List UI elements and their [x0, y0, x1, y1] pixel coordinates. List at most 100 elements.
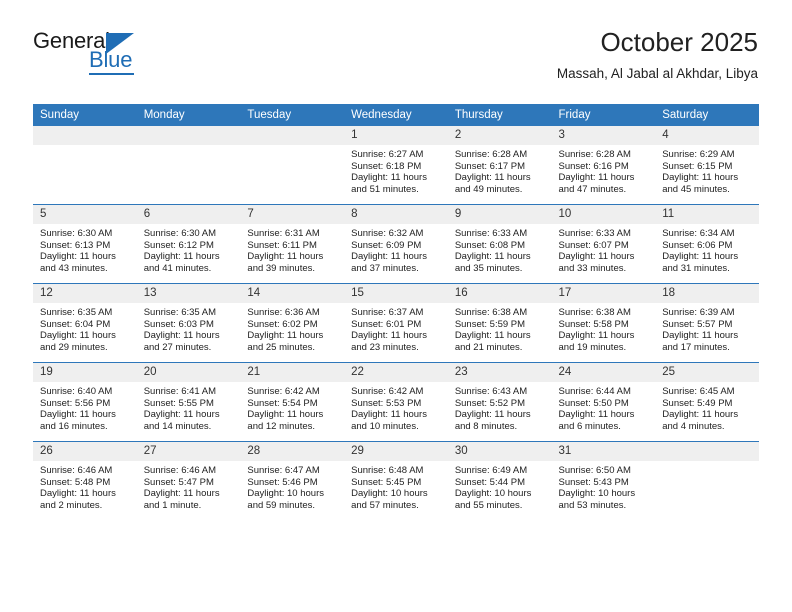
calendar-day-cell[interactable]: 7 Sunrise: 6:31 AM Sunset: 6:11 PM Daylight… — [240, 204, 345, 284]
day-details: Sunrise: 6:47 AM Sunset: 5:46 PM Daylight:… — [240, 461, 344, 511]
day-number: 22 — [344, 363, 448, 382]
calendar-day-cell[interactable]: 8 Sunrise: 6:32 AM Sunset: 6:09 PM Daylight… — [344, 204, 448, 284]
day-number: 21 — [240, 363, 345, 382]
location-subtitle: Massah, Al Jabal al Akhdar, Libya — [556, 66, 758, 81]
calendar-day-cell[interactable]: 27 Sunrise: 6:46 AM Sunset: 5:47 PM Dayligh… — [136, 441, 241, 520]
calendar-day-cell[interactable]: 9 Sunrise: 6:33 AM Sunset: 6:08 PM Daylight… — [447, 204, 552, 284]
calendar-day-cell[interactable]: 15 Sunrise: 6:37 AM Sunset: 6:01 PM Dayligh… — [344, 283, 448, 363]
day-details: Sunrise: 6:34 AM Sunset: 6:06 PM Daylight:… — [655, 224, 759, 274]
day-number: 17 — [551, 284, 656, 303]
calendar-page: General Blue October 2025 Massah, Al Jab… — [0, 0, 792, 612]
day-number: 5 — [33, 205, 137, 224]
calendar-day-cell[interactable]: 24 Sunrise: 6:44 AM Sunset: 5:50 PM Dayligh… — [551, 362, 656, 442]
calendar-day-cell[interactable]: 2 Sunrise: 6:28 AM Sunset: 6:17 PM Daylight… — [447, 126, 552, 205]
sunrise-text: Sunrise: 6:42 AM — [351, 386, 424, 397]
calendar-day-cell[interactable]: 3 Sunrise: 6:28 AM Sunset: 6:16 PM Daylight… — [551, 126, 656, 205]
daylight-text-line1: Daylight: 10 hours — [558, 488, 636, 500]
weekday-header-sunday: Sunday — [33, 104, 137, 126]
daylight-text-line2: and 35 minutes. — [454, 262, 523, 274]
daylight-text-line1: Daylight: 11 hours — [40, 251, 116, 263]
calendar-day-cell[interactable]: 19 Sunrise: 6:40 AM Sunset: 5:56 PM Dayligh… — [33, 362, 137, 442]
day-number — [240, 126, 345, 145]
sunrise-text: Sunrise: 6:44 AM — [558, 386, 631, 397]
calendar-day-cell[interactable]: 31 Sunrise: 6:50 AM Sunset: 5:43 PM Dayligh… — [551, 441, 656, 520]
calendar-day-cell[interactable]: 20 Sunrise: 6:41 AM Sunset: 5:55 PM Dayligh… — [136, 362, 241, 442]
calendar-day-cell[interactable]: 4 Sunrise: 6:29 AM Sunset: 6:15 PM Daylight… — [655, 126, 759, 205]
calendar-day-cell[interactable]: 13 Sunrise: 6:35 AM Sunset: 6:03 PM Dayligh… — [136, 283, 241, 363]
day-details: Sunrise: 6:43 AM Sunset: 5:52 PM Daylight:… — [448, 382, 552, 432]
calendar-day-cell[interactable]: 6 Sunrise: 6:30 AM Sunset: 6:12 PM Daylight… — [136, 204, 241, 284]
day-number: 3 — [551, 126, 656, 145]
daylight-text-line2: and 16 minutes. — [40, 420, 108, 432]
daylight-text-line2: and 1 minute. — [143, 499, 202, 511]
day-details: Sunrise: 6:48 AM Sunset: 5:45 PM Daylight:… — [344, 461, 448, 511]
sunrise-text: Sunrise: 6:46 AM — [40, 465, 113, 476]
daylight-text-line1: Daylight: 11 hours — [247, 251, 324, 263]
calendar-day-cell[interactable]: 22 Sunrise: 6:42 AM Sunset: 5:53 PM Dayligh… — [344, 362, 448, 442]
calendar-day-cell[interactable]: 28 Sunrise: 6:47 AM Sunset: 5:46 PM Dayligh… — [240, 441, 345, 520]
calendar-day-cell[interactable]: 21 Sunrise: 6:42 AM Sunset: 5:54 PM Dayligh… — [240, 362, 345, 442]
daylight-text-line2: and 39 minutes. — [247, 262, 316, 274]
sunrise-text: Sunrise: 6:28 AM — [558, 149, 631, 160]
sunset-text: Sunset: 6:07 PM — [558, 239, 629, 251]
day-number: 26 — [33, 442, 137, 461]
daylight-text-line1: Daylight: 11 hours — [40, 488, 116, 500]
calendar-day-cell[interactable]: 16 Sunrise: 6:38 AM Sunset: 5:59 PM Dayligh… — [447, 283, 552, 363]
day-details: Sunrise: 6:28 AM Sunset: 6:17 PM Daylight:… — [448, 145, 552, 195]
daylight-text-line2: and 57 minutes. — [351, 499, 419, 511]
day-details: Sunrise: 6:32 AM Sunset: 6:09 PM Daylight:… — [344, 224, 448, 274]
day-details: Sunrise: 6:29 AM Sunset: 6:15 PM Daylight:… — [655, 145, 759, 195]
day-number: 2 — [447, 126, 552, 145]
calendar-day-cell[interactable]: 12 Sunrise: 6:35 AM Sunset: 6:04 PM Dayligh… — [33, 283, 137, 363]
day-number: 11 — [655, 205, 759, 224]
daylight-text-line1: Daylight: 11 hours — [558, 251, 635, 263]
calendar-day-cell[interactable]: 30 Sunrise: 6:49 AM Sunset: 5:44 PM Dayligh… — [447, 441, 552, 520]
weekday-header-saturday: Saturday — [655, 104, 759, 126]
sunset-text: Sunset: 5:56 PM — [40, 397, 111, 409]
sunrise-text: Sunrise: 6:31 AM — [247, 228, 320, 239]
day-details: Sunrise: 6:27 AM Sunset: 6:18 PM Daylight:… — [344, 145, 448, 195]
daylight-text-line1: Daylight: 11 hours — [143, 330, 220, 342]
sunset-text: Sunset: 6:04 PM — [40, 318, 111, 330]
daylight-text-line2: and 43 minutes. — [40, 262, 108, 274]
calendar-day-cell[interactable]: 29 Sunrise: 6:48 AM Sunset: 5:45 PM Dayligh… — [344, 441, 448, 520]
calendar-day-cell[interactable]: 14 Sunrise: 6:36 AM Sunset: 6:02 PM Dayligh… — [240, 283, 345, 363]
day-details: Sunrise: 6:49 AM Sunset: 5:44 PM Daylight:… — [448, 461, 552, 511]
day-number: 29 — [344, 442, 448, 461]
calendar-day-cell[interactable]: 10 Sunrise: 6:33 AM Sunset: 6:07 PM Dayligh… — [551, 204, 656, 284]
calendar-day-cell[interactable]: 17 Sunrise: 6:38 AM Sunset: 5:58 PM Dayligh… — [551, 283, 656, 363]
sunrise-text: Sunrise: 6:43 AM — [454, 386, 528, 397]
calendar-day-cell[interactable]: 5 Sunrise: 6:30 AM Sunset: 6:13 PM Daylight… — [33, 204, 137, 284]
general-blue-logo: General Blue — [33, 30, 193, 82]
day-details: Sunrise: 6:45 AM Sunset: 5:49 PM Daylight:… — [655, 382, 759, 432]
weekday-header-monday: Monday — [136, 104, 241, 126]
weekday-header-tuesday: Tuesday — [240, 104, 345, 126]
calendar-day-cell[interactable]: 26 Sunrise: 6:46 AM Sunset: 5:48 PM Dayligh… — [33, 441, 137, 520]
sunset-text: Sunset: 5:59 PM — [454, 318, 526, 330]
sunrise-text: Sunrise: 6:33 AM — [558, 228, 631, 239]
sunrise-text: Sunrise: 6:30 AM — [40, 228, 113, 239]
sunrise-text: Sunrise: 6:30 AM — [143, 228, 217, 239]
sunrise-text: Sunrise: 6:28 AM — [454, 149, 528, 160]
calendar-day-cell[interactable]: 25 Sunrise: 6:45 AM Sunset: 5:49 PM Dayligh… — [655, 362, 759, 442]
daylight-text-line1: Daylight: 10 hours — [351, 488, 428, 500]
sunrise-text: Sunrise: 6:49 AM — [454, 465, 528, 476]
logo-underline — [89, 73, 134, 75]
daylight-text-line1: Daylight: 11 hours — [351, 330, 427, 342]
calendar-day-cell[interactable]: 1 Sunrise: 6:27 AM Sunset: 6:18 PM Daylight… — [344, 126, 448, 205]
sunset-text: Sunset: 5:43 PM — [558, 476, 629, 488]
day-number — [33, 126, 137, 145]
calendar-day-cell[interactable]: 18 Sunrise: 6:39 AM Sunset: 5:57 PM Dayligh… — [655, 283, 759, 363]
day-number: 12 — [33, 284, 137, 303]
calendar-day-cell-empty — [240, 126, 345, 205]
calendar-day-cell[interactable]: 23 Sunrise: 6:43 AM Sunset: 5:52 PM Dayligh… — [447, 362, 552, 442]
calendar-week-row: 19 Sunrise: 6:40 AM Sunset: 5:56 PM Dayligh… — [33, 362, 759, 442]
calendar-day-cell[interactable]: 11 Sunrise: 6:34 AM Sunset: 6:06 PM Dayligh… — [655, 204, 759, 284]
sunrise-text: Sunrise: 6:50 AM — [558, 465, 631, 476]
day-number — [655, 442, 759, 461]
day-details: Sunrise: 6:46 AM Sunset: 5:47 PM Daylight:… — [137, 461, 241, 511]
daylight-text-line1: Daylight: 11 hours — [247, 330, 324, 342]
sunset-text: Sunset: 6:12 PM — [143, 239, 214, 251]
sunrise-text: Sunrise: 6:32 AM — [351, 228, 424, 239]
daylight-text-line1: Daylight: 11 hours — [143, 488, 220, 500]
